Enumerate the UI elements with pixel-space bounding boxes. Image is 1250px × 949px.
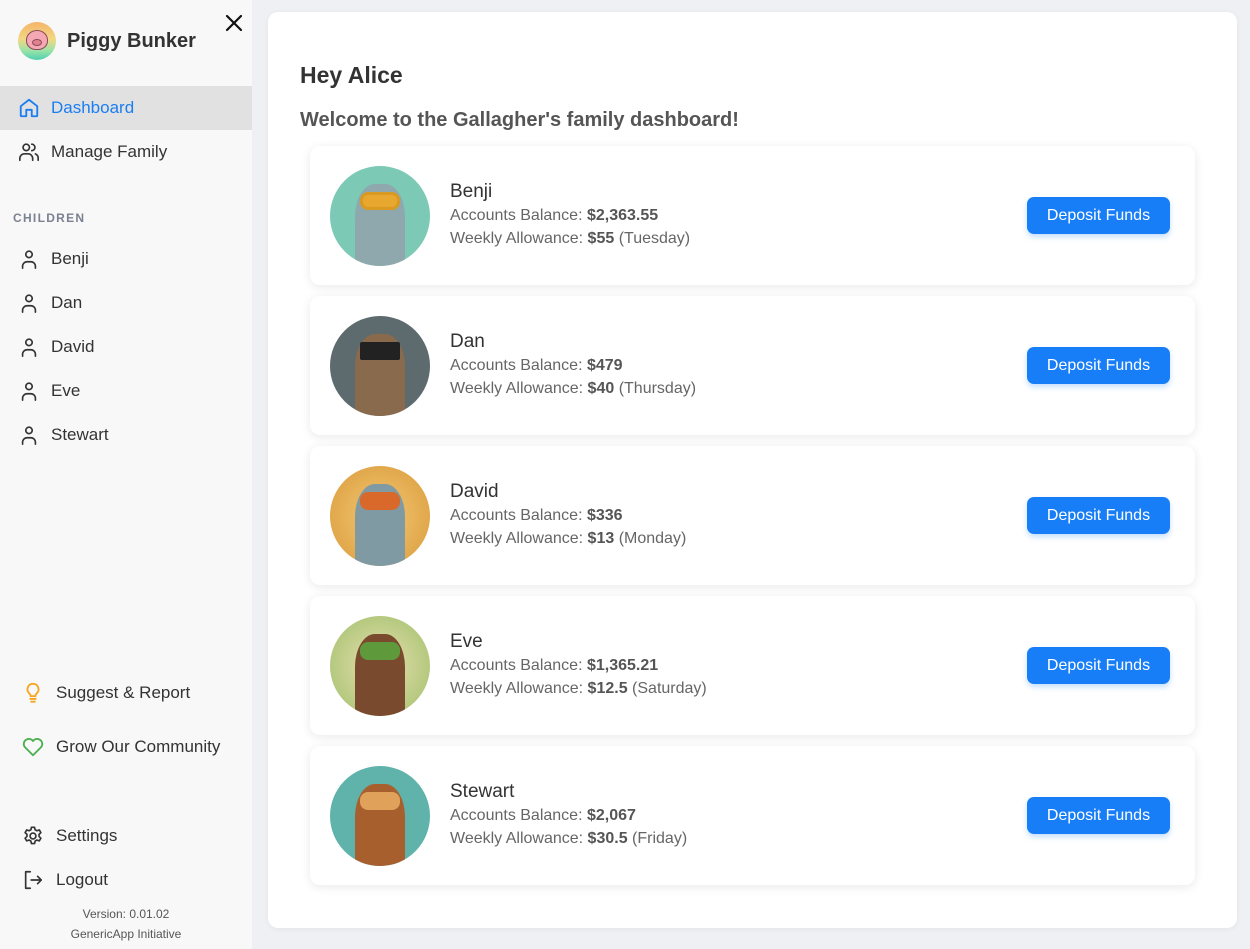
user-icon: [18, 292, 40, 314]
app-title: Piggy Bunker: [67, 29, 196, 52]
allowance-value: $30.5: [587, 830, 628, 847]
brand: Piggy Bunker: [18, 22, 196, 60]
sidebar-item-label: Manage Family: [51, 142, 168, 161]
sidebar-item-label: Stewart: [51, 425, 109, 444]
main-panel: Hey Alice Welcome to the Gallagher's fam…: [268, 12, 1237, 928]
sidebar-item-label: Suggest & Report: [56, 683, 191, 702]
owl-graduate-avatar: [330, 316, 430, 416]
sidebar-item-david[interactable]: David: [0, 325, 252, 369]
version-text: Version: 0.01.02: [82, 907, 170, 921]
child-card-stewart: Stewart Accounts Balance: $2,067 Weekly …: [310, 746, 1195, 885]
greeting-heading: Hey Alice: [300, 62, 403, 88]
child-name: Dan: [450, 331, 485, 352]
child-name: Stewart: [450, 781, 515, 802]
child-card-david: David Accounts Balance: $336 Weekly Allo…: [310, 446, 1195, 585]
allowance-line: Weekly Allowance: $13 (Monday): [450, 530, 687, 547]
balance-line: Accounts Balance: $2,363.55: [450, 207, 659, 224]
users-icon: [18, 141, 40, 163]
sidebar-item-manage-family[interactable]: Manage Family: [0, 130, 252, 174]
balance-line: Accounts Balance: $479: [450, 357, 623, 374]
welcome-heading: Welcome to the Gallagher's family dashbo…: [300, 109, 739, 131]
sidebar-item-label: Grow Our Community: [56, 737, 221, 756]
close-sidebar-button[interactable]: [224, 13, 244, 33]
child-name: Benji: [450, 181, 493, 202]
allowance-line: Weekly Allowance: $40 (Thursday): [450, 380, 697, 397]
allowance-value: $40: [587, 380, 615, 397]
balance-value: $2,363.55: [586, 207, 659, 224]
child-name: Eve: [450, 631, 483, 652]
sidebar-item-label: Dashboard: [51, 98, 135, 117]
allowance-day: (Friday): [632, 830, 688, 847]
sidebar-item-eve[interactable]: Eve: [0, 369, 252, 413]
sidebar-item-label: Settings: [56, 826, 118, 845]
sidebar-item-label: David: [51, 337, 95, 356]
sidebar-item-label: Eve: [51, 381, 81, 400]
balance-line: Accounts Balance: $336: [450, 507, 623, 524]
sidebar-item-label: Benji: [51, 249, 89, 268]
children-section-label: CHILDREN: [13, 211, 86, 225]
sidebar-item-label: Logout: [56, 870, 108, 889]
balance-value: $336: [586, 507, 623, 524]
lion-scout-avatar: [330, 766, 430, 866]
logout-icon: [22, 869, 44, 891]
deposit-funds-button[interactable]: Deposit Funds: [1027, 647, 1170, 684]
user-icon: [18, 248, 40, 270]
balance-value: $1,365.21: [586, 657, 659, 674]
user-icon: [18, 380, 40, 402]
allowance-value: $13: [587, 530, 615, 547]
child-card-eve: Eve Accounts Balance: $1,365.21 Weekly A…: [310, 596, 1195, 735]
sidebar-item-label: Dan: [51, 293, 83, 312]
child-card-dan: Dan Accounts Balance: $479 Weekly Allowa…: [310, 296, 1195, 435]
sidebar-item-logout[interactable]: Logout: [0, 858, 252, 902]
allowance-day: (Tuesday): [618, 230, 691, 247]
child-card-benji: Benji Accounts Balance: $2,363.55 Weekly…: [310, 146, 1195, 285]
deposit-funds-button[interactable]: Deposit Funds: [1027, 347, 1170, 384]
lightbulb-icon: [22, 682, 44, 704]
deposit-funds-button[interactable]: Deposit Funds: [1027, 797, 1170, 834]
allowance-value: $12.5: [587, 680, 628, 697]
piggy-logo: [18, 22, 56, 60]
balance-value: $479: [586, 357, 623, 374]
allowance-day: (Thursday): [618, 380, 697, 397]
flower-girl-avatar: [330, 616, 430, 716]
balance-value: $2,067: [586, 807, 636, 824]
allowance-value: $55: [587, 230, 615, 247]
sidebar-item-grow-community[interactable]: Grow Our Community: [0, 725, 252, 769]
allowance-line: Weekly Allowance: $55 (Tuesday): [450, 230, 691, 247]
sidebar-item-dashboard[interactable]: Dashboard: [0, 86, 252, 130]
sidebar-item-settings[interactable]: Settings: [0, 814, 252, 858]
allowance-line: Weekly Allowance: $30.5 (Friday): [450, 830, 688, 847]
fox-sweater-avatar: [330, 466, 430, 566]
balance-line: Accounts Balance: $2,067: [450, 807, 636, 824]
balance-line: Accounts Balance: $1,365.21: [450, 657, 659, 674]
allowance-day: (Monday): [618, 530, 687, 547]
child-name: David: [450, 481, 499, 502]
user-icon: [18, 424, 40, 446]
home-icon: [18, 97, 40, 119]
allowance-line: Weekly Allowance: $12.5 (Saturday): [450, 680, 707, 697]
sidebar-item-suggest-report[interactable]: Suggest & Report: [0, 671, 252, 715]
close-icon: [225, 14, 243, 32]
sidebar: Piggy Bunker Dashboard Manage Family CHI…: [0, 0, 252, 949]
sidebar-item-benji[interactable]: Benji: [0, 237, 252, 281]
deposit-funds-button[interactable]: Deposit Funds: [1027, 497, 1170, 534]
allowance-day: (Saturday): [632, 680, 707, 697]
heart-icon: [22, 736, 44, 758]
user-icon: [18, 336, 40, 358]
org-text: GenericApp Initiative: [70, 927, 182, 941]
gear-icon: [22, 825, 44, 847]
deposit-funds-button[interactable]: Deposit Funds: [1027, 197, 1170, 234]
sidebar-item-dan[interactable]: Dan: [0, 281, 252, 325]
dolphin-snorkel-avatar: [330, 166, 430, 266]
sidebar-item-stewart[interactable]: Stewart: [0, 413, 252, 457]
